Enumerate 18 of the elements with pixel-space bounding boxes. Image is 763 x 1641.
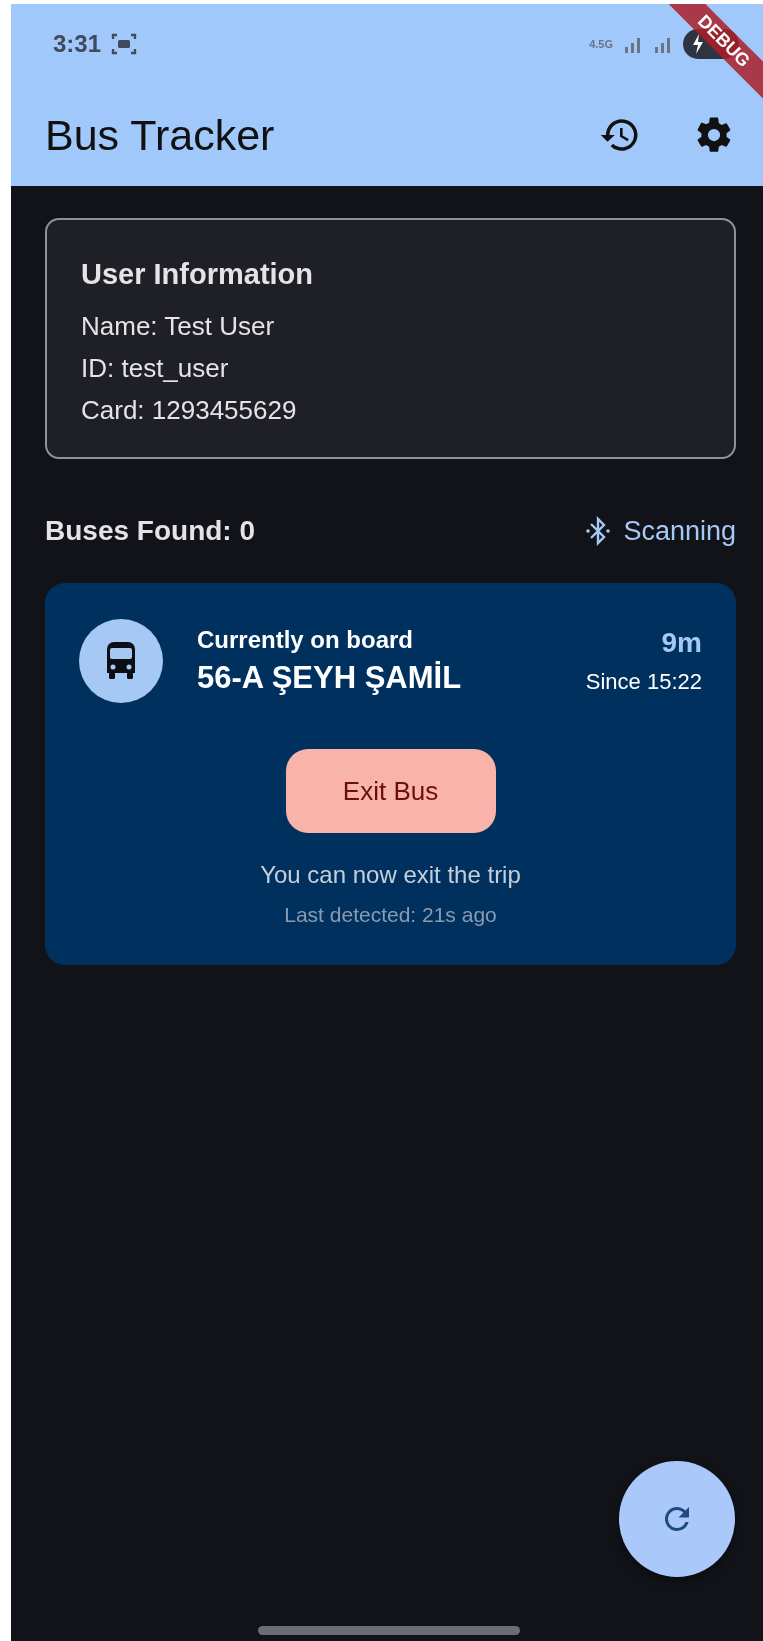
trip-start-time: Since 15:22: [585, 669, 702, 695]
bluetooth-icon: [585, 516, 612, 546]
exit-message: You can now exit the trip: [260, 861, 521, 889]
trip-heading: Currently on board: [197, 626, 414, 654]
scan-status: Scanning: [623, 515, 736, 547]
app-title: Bus Tracker: [45, 110, 275, 160]
screenshot-icon: [111, 32, 138, 56]
status-time: 3:31: [53, 30, 102, 58]
user-detail: ID: test_user: [81, 352, 230, 385]
trip-duration: 9m: [661, 627, 702, 659]
route-name: 56-A ŞEYH ŞAMİL: [197, 660, 463, 696]
card-title: User Information: [81, 258, 315, 291]
user-detail: Card: 1293455629: [81, 394, 298, 427]
network-type: 4.5G: [589, 38, 613, 50]
last-detected-text: Last detected: 21s ago: [284, 903, 497, 927]
exit-bus-button[interactable]: Exit Bus: [285, 749, 496, 833]
user-detail: Name: Test User: [81, 310, 276, 343]
buses-found-label: Buses Found: 0: [45, 515, 255, 547]
